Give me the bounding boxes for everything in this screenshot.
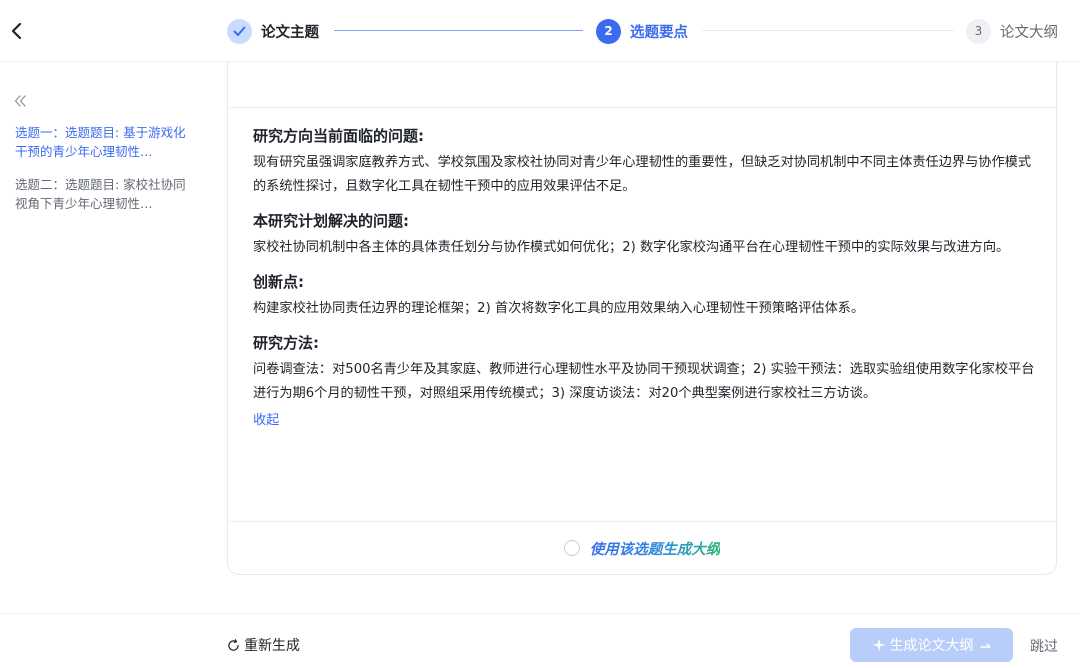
check-icon xyxy=(233,26,246,36)
step-label: 选题要点 xyxy=(630,24,688,41)
section-innovations: 创新点: 构建家校社协同责任边界的理论框架；2) 首次将数字化工具的应用效果纳入… xyxy=(253,271,1043,321)
section-title: 创新点: xyxy=(253,273,304,291)
regenerate-label: 重新生成 xyxy=(244,638,300,654)
sparkle-icon xyxy=(872,638,885,652)
card-divider xyxy=(228,107,1056,108)
collapse-sidebar-button[interactable] xyxy=(13,93,29,109)
arrow-right-icon xyxy=(979,643,991,648)
regenerate-button[interactable]: 重新生成 xyxy=(227,635,300,655)
step-label: 论文大纲 xyxy=(1000,24,1058,41)
skip-button[interactable]: 跳过 xyxy=(1030,636,1058,656)
step-thesis-outline[interactable]: 3 论文大纲 xyxy=(966,18,1058,44)
double-chevron-left-icon xyxy=(14,95,26,107)
step-topic-points[interactable]: 2 选题要点 xyxy=(596,18,688,44)
step-number: 3 xyxy=(966,18,991,44)
section-text: 现有研究虽强调家庭教养方式、学校氛围及家校社协同对青少年心理韧性的重要性，但缺乏… xyxy=(253,155,1032,194)
section-title: 研究方法: xyxy=(253,334,319,352)
refresh-icon xyxy=(228,638,239,651)
section-research-methods: 研究方法: 问卷调查法：对500名青少年及其家庭、教师进行心理韧性水平及协同干预… xyxy=(253,332,1043,406)
generate-outline-button[interactable]: 生成论文大纲 xyxy=(850,628,1013,662)
section-title: 研究方向当前面临的问题: xyxy=(253,127,424,145)
section-current-problems: 研究方向当前面临的问题: 现有研究虽强调家庭教养方式、学校氛围及家校社协同对青少… xyxy=(253,125,1043,199)
step-thesis-topic[interactable]: 论文主题 xyxy=(227,18,319,44)
sidebar-topic-item-2[interactable]: 选题二：选题题目: 家校社协同视角下青少年心理韧性… xyxy=(15,175,195,213)
card-divider xyxy=(228,521,1056,522)
stepper-header: 论文主题 2 选题要点 3 论文大纲 xyxy=(0,0,1080,62)
step-number: 2 xyxy=(596,18,621,44)
section-title: 本研究计划解决的问题: xyxy=(253,212,409,230)
use-topic-option[interactable]: 使用该选题生成大纲 xyxy=(228,536,1056,560)
collapse-link[interactable]: 收起 xyxy=(253,410,279,432)
topic-detail-content: 研究方向当前面临的问题: 现有研究虽强调家庭教养方式、学校氛围及家校社协同对青少… xyxy=(253,125,1043,432)
generate-outline-label: 生成论文大纲 xyxy=(889,638,974,654)
section-text: 家校社协同机制中各主体的具体责任划分与协作模式如何优化；2) 数字化家校沟通平台… xyxy=(253,240,1010,255)
use-topic-label: 使用该选题生成大纲 xyxy=(590,538,721,559)
chevron-left-icon xyxy=(11,22,22,40)
step-completed-indicator xyxy=(227,18,252,44)
step-label: 论文主题 xyxy=(261,24,319,41)
topic-detail-card: 研究方向当前面临的问题: 现有研究虽强调家庭教养方式、学校氛围及家校社协同对青少… xyxy=(227,62,1057,575)
step-connector xyxy=(334,30,583,31)
step-connector xyxy=(702,30,954,31)
section-problems-to-solve: 本研究计划解决的问题: 家校社协同机制中各主体的具体责任划分与协作模式如何优化；… xyxy=(253,210,1043,260)
footer-bar: 重新生成 生成论文大纲 跳过 xyxy=(0,613,1080,668)
section-text: 构建家校社协同责任边界的理论框架；2) 首次将数字化工具的应用效果纳入心理韧性干… xyxy=(253,301,865,316)
use-topic-radio[interactable] xyxy=(563,540,580,556)
back-button[interactable] xyxy=(6,19,26,43)
section-text: 问卷调查法：对500名青少年及其家庭、教师进行心理韧性水平及协同干预现状调查；2… xyxy=(253,362,1035,401)
sidebar-topic-item-1[interactable]: 选题一：选题题目: 基于游戏化干预的青少年心理韧性… xyxy=(15,123,195,161)
